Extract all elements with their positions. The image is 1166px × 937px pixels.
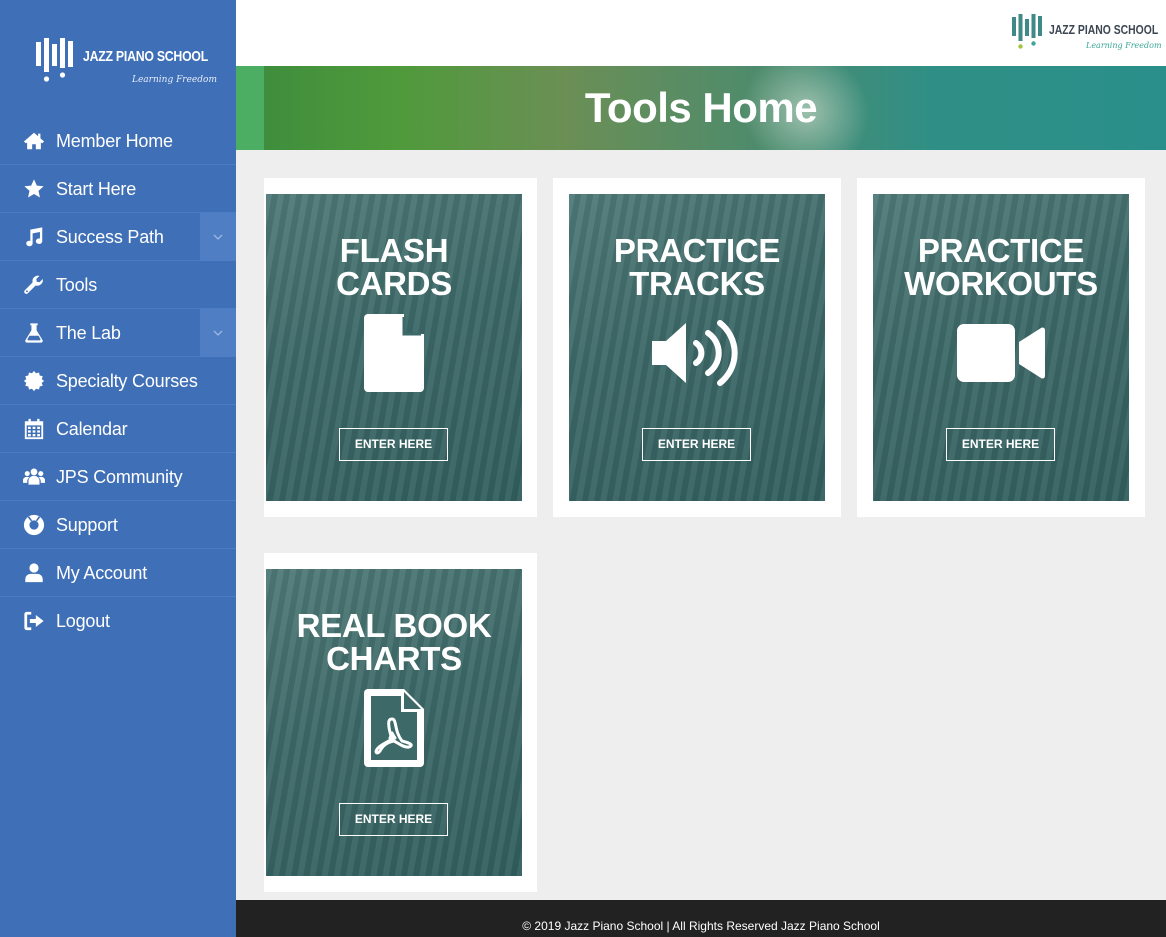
- piano-keys-logo-icon: [36, 38, 73, 82]
- card-title-line: WORKOUTS: [904, 265, 1098, 302]
- header-brand-tagline: Learning Freedom: [1086, 41, 1162, 50]
- calendar-icon: [22, 418, 46, 440]
- sidebar-item-the-lab[interactable]: The Lab: [0, 309, 236, 357]
- sidebar-item-jps-community[interactable]: JPS Community: [0, 453, 236, 501]
- card-title-line: FLASH: [339, 232, 449, 269]
- pdf-file-icon: [266, 687, 522, 769]
- flask-icon: [22, 322, 46, 344]
- enter-here-button[interactable]: ENTER HERE: [339, 803, 448, 836]
- success-path-expand-toggle[interactable]: [200, 213, 236, 261]
- header-brand-name: JAZZ PIANO SCHOOL: [1049, 22, 1159, 37]
- star-icon: [22, 178, 46, 200]
- sidebar-item-my-account[interactable]: My Account: [0, 549, 236, 597]
- tool-card-real-book-charts: REAL BOOK CHARTS ENTER HERE: [264, 553, 537, 892]
- enter-here-button[interactable]: ENTER HERE: [946, 428, 1055, 461]
- card-image[interactable]: PRACTICE WORKOUTS ENTER HERE: [873, 194, 1129, 501]
- footer-copyright: © 2019 Jazz Piano School | All Rights Re…: [522, 919, 880, 933]
- card-title-line: CHARTS: [326, 640, 462, 677]
- sidebar-brand-tagline: Learning Freedom: [132, 75, 217, 85]
- sidebar-item-calendar[interactable]: Calendar: [0, 405, 236, 453]
- wrench-icon: [22, 274, 46, 296]
- sidebar-item-label: Specialty Courses: [56, 371, 198, 391]
- sidebar-item-success-path[interactable]: Success Path: [0, 213, 236, 261]
- sidebar-brand-name: JAZZ PIANO SCHOOL: [83, 48, 208, 65]
- sidebar-item-tools[interactable]: Tools: [0, 261, 236, 309]
- file-icon: [266, 312, 522, 394]
- header-logo[interactable]: JAZZ PIANO SCHOOL Learning Freedom: [1012, 14, 1162, 54]
- enter-here-button[interactable]: ENTER HERE: [642, 428, 751, 461]
- card-title: PRACTICE WORKOUTS: [873, 234, 1129, 300]
- sign-out-icon: [22, 610, 46, 632]
- footer: © 2019 Jazz Piano School | All Rights Re…: [236, 900, 1166, 937]
- video-camera-icon: [873, 312, 1129, 394]
- sidebar-item-label: Support: [56, 515, 118, 535]
- page-banner: Tools Home: [236, 66, 1166, 150]
- card-title: REAL BOOK CHARTS: [266, 609, 522, 675]
- chevron-down-icon: [213, 234, 223, 240]
- sidebar: JAZZ PIANO SCHOOL Learning Freedom Membe…: [0, 0, 236, 937]
- chevron-down-icon: [213, 330, 223, 336]
- sidebar-item-label: JPS Community: [56, 467, 183, 487]
- users-icon: [22, 466, 46, 488]
- card-title: FLASH CARDS: [266, 234, 522, 300]
- card-image[interactable]: PRACTICE TRACKS ENTER HERE: [569, 194, 825, 501]
- piano-keys-logo-icon: [1012, 14, 1042, 49]
- card-title-line: PRACTICE: [613, 232, 781, 269]
- sidebar-nav: Member Home Start Here Success Path Tool…: [0, 117, 236, 645]
- music-note-icon: [22, 226, 46, 248]
- sidebar-item-label: Member Home: [56, 131, 173, 151]
- sidebar-item-start-here[interactable]: Start Here: [0, 165, 236, 213]
- sidebar-logo[interactable]: JAZZ PIANO SCHOOL Learning Freedom: [36, 38, 217, 90]
- card-title: PRACTICE TRACKS: [569, 234, 825, 300]
- card-title-line: REAL BOOK: [296, 607, 492, 644]
- badge-icon: [22, 370, 46, 392]
- card-title-line: TRACKS: [629, 265, 765, 302]
- sidebar-item-label: Success Path: [56, 227, 164, 247]
- sidebar-item-member-home[interactable]: Member Home: [0, 117, 236, 165]
- sidebar-item-label: Start Here: [56, 179, 137, 199]
- page-title: Tools Home: [584, 84, 818, 131]
- the-lab-expand-toggle[interactable]: [200, 309, 236, 357]
- sidebar-item-support[interactable]: Support: [0, 501, 236, 549]
- sidebar-item-specialty-courses[interactable]: Specialty Courses: [0, 357, 236, 405]
- tool-card-flash-cards: FLASH CARDS ENTER HERE: [264, 178, 537, 517]
- user-icon: [22, 562, 46, 584]
- home-icon: [22, 130, 46, 152]
- lifebuoy-icon: [22, 514, 46, 536]
- sidebar-item-label: Calendar: [56, 419, 128, 439]
- card-image[interactable]: REAL BOOK CHARTS ENTER HERE: [266, 569, 522, 876]
- card-title-line: PRACTICE: [917, 232, 1085, 269]
- sidebar-item-label: Tools: [56, 275, 98, 295]
- enter-here-button[interactable]: ENTER HERE: [339, 428, 448, 461]
- sidebar-item-label: Logout: [56, 611, 110, 631]
- volume-icon: [569, 312, 825, 394]
- tool-card-practice-workouts: PRACTICE WORKOUTS ENTER HERE: [857, 178, 1145, 517]
- tool-card-practice-tracks: PRACTICE TRACKS ENTER HERE: [553, 178, 841, 517]
- sidebar-item-logout[interactable]: Logout: [0, 597, 236, 645]
- top-header: JAZZ PIANO SCHOOL Learning Freedom: [236, 0, 1166, 66]
- card-title-line: CARDS: [336, 265, 452, 302]
- sidebar-item-label: My Account: [56, 563, 148, 583]
- sidebar-item-label: The Lab: [56, 323, 121, 343]
- card-image[interactable]: FLASH CARDS ENTER HERE: [266, 194, 522, 501]
